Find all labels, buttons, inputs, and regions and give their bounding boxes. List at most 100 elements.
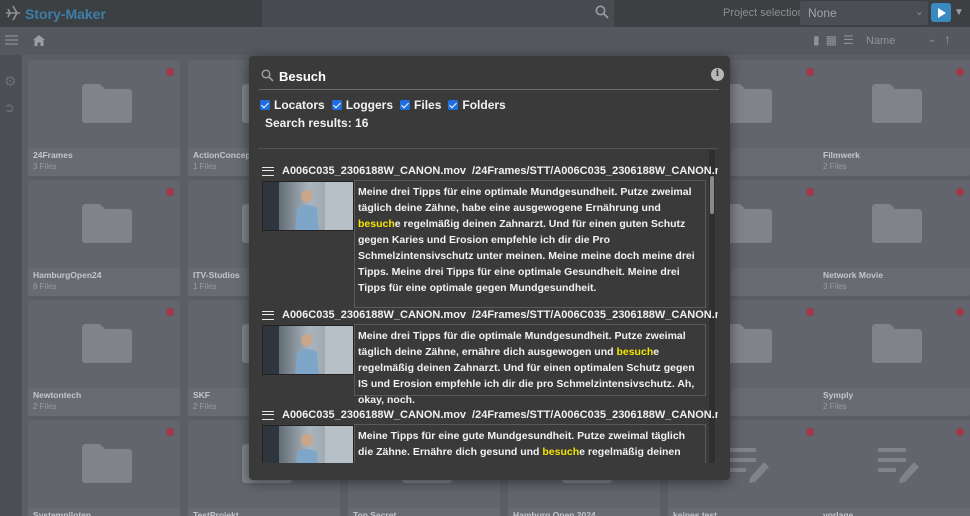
folder-file-count: 2 Files xyxy=(193,402,217,411)
gear-icon[interactable]: ⚙ xyxy=(4,73,17,90)
folder-icon xyxy=(82,444,132,483)
transcript-lines-icon xyxy=(262,410,274,420)
sort-select[interactable]: Name xyxy=(866,35,895,47)
folder-file-count: 2 Files xyxy=(823,402,847,411)
video-thumbnail[interactable] xyxy=(262,425,354,463)
transcript-lines-icon xyxy=(262,310,274,320)
folder-name: ITV-Studios xyxy=(193,270,240,280)
filter-files[interactable]: Files xyxy=(400,98,441,112)
sort-direction-icon[interactable]: ↑ xyxy=(944,31,951,47)
folder-name: Filmwerk xyxy=(823,150,860,160)
checkbox[interactable] xyxy=(260,100,270,110)
document-edit-icon xyxy=(878,448,919,483)
left-rail xyxy=(0,55,22,516)
result-header: A006C035_2306188W_CANON.mov/24Frames/STT… xyxy=(262,163,718,179)
result-header: A006C035_2306188W_CANON.mov/24Frames/STT… xyxy=(262,407,718,423)
status-dot xyxy=(806,188,814,196)
status-dot xyxy=(166,428,174,436)
folder-thumbnail xyxy=(818,180,970,268)
logout-icon[interactable]: ➲ xyxy=(4,100,15,116)
status-dot xyxy=(956,428,964,436)
folder-name: Hamburg Open 2024 xyxy=(513,510,596,516)
result-header: A006C035_2306188W_CANON.mov/24Frames/STT… xyxy=(262,307,718,323)
folder-name: ActionConcept xyxy=(193,150,254,160)
result-transcript: Meine Tipps für eine gute Mundgesundheit… xyxy=(354,424,706,463)
filter-locators[interactable]: Locators xyxy=(260,98,325,112)
project-selection-dropdown[interactable]: None ⌄ xyxy=(800,1,928,25)
folder-icon xyxy=(872,324,922,363)
folder-icon xyxy=(82,204,132,243)
folder-tile[interactable]: HamburgOpen24 8 Files xyxy=(28,180,180,296)
folder-tile[interactable]: vorlage xyxy=(818,420,970,516)
search-highlight: besuch xyxy=(358,218,395,230)
status-dot xyxy=(956,68,964,76)
project-selection-value: None xyxy=(808,6,837,20)
folder-thumbnail xyxy=(818,60,970,148)
folder-tile[interactable]: Network Movie 3 Files xyxy=(818,180,970,296)
filter-loggers[interactable]: Loggers xyxy=(331,98,393,112)
transcript-text: e regelmäßig deinen Zahnarzt. Und für ei… xyxy=(358,218,695,294)
folder-file-count: 3 Files xyxy=(823,282,847,291)
status-dot xyxy=(166,188,174,196)
search-icon xyxy=(261,69,274,82)
search-row: i xyxy=(259,62,724,90)
search-dialog: i Locators Loggers Files Folders Search res… xyxy=(249,56,730,480)
search-highlight: besuch xyxy=(616,346,654,358)
folder-name: vorlage xyxy=(823,510,854,516)
video-thumbnail[interactable] xyxy=(262,325,354,375)
result-filename[interactable]: A006C035_2306188W_CANON.mov xyxy=(282,165,466,177)
filter-label: Folders xyxy=(462,98,506,112)
folder-name: Network Movie xyxy=(823,270,883,280)
chevron-down-icon[interactable]: ▼ xyxy=(954,7,964,18)
folder-thumbnail xyxy=(28,420,180,508)
app-title: Story-Maker xyxy=(25,6,106,22)
filter-label: Files xyxy=(414,98,442,112)
folder-icon xyxy=(82,84,132,123)
folder-name: SKF xyxy=(193,390,210,400)
info-icon[interactable]: i xyxy=(711,68,724,81)
search-input[interactable] xyxy=(279,66,699,86)
folder-file-count: 2 Files xyxy=(823,162,847,171)
folder-tile[interactable]: 24Frames 3 Files xyxy=(28,60,180,176)
result-filename[interactable]: A006C035_2306188W_CANON.mov xyxy=(282,409,466,421)
filter-label: Locators xyxy=(274,98,325,112)
folder-thumbnail xyxy=(818,420,970,508)
checkbox[interactable] xyxy=(448,100,459,110)
play-button[interactable] xyxy=(931,3,951,22)
checkbox[interactable] xyxy=(400,100,411,110)
transcript-text: Meine drei Tipps für eine optimale Mundg… xyxy=(358,186,692,214)
filter-folders[interactable]: Folders xyxy=(448,98,506,112)
folder-tile[interactable]: Newtontech 2 Files xyxy=(28,300,180,416)
view-mode-icons[interactable]: ▮▦☰ xyxy=(813,33,860,47)
status-dot xyxy=(956,188,964,196)
status-dot xyxy=(806,428,814,436)
folder-name: keines test xyxy=(673,510,717,516)
status-dot xyxy=(166,308,174,316)
folder-name: Systempiloten xyxy=(33,510,92,516)
project-selection-label: Project selection: xyxy=(723,7,807,19)
folder-thumbnail xyxy=(28,300,180,388)
top-bar: Story-Maker Project selection: None ⌄ ▼ xyxy=(0,0,970,27)
chevron-down-icon[interactable]: ⌄ xyxy=(928,34,936,45)
status-dot xyxy=(956,308,964,316)
search-results-count: Search results: 16 xyxy=(265,116,369,130)
checkbox[interactable] xyxy=(331,100,342,110)
search-results-list: A006C035_2306188W_CANON.mov/24Frames/STT… xyxy=(258,148,718,463)
folder-name: Symply xyxy=(823,390,854,400)
folder-tile[interactable]: Symply 2 Files xyxy=(818,300,970,416)
video-thumbnail[interactable] xyxy=(262,181,354,231)
home-icon[interactable] xyxy=(32,34,46,47)
result-filename[interactable]: A006C035_2306188W_CANON.mov xyxy=(282,309,466,321)
result-transcript: Meine drei Tipps für die optimale Mundge… xyxy=(354,324,706,406)
chevron-down-icon: ⌄ xyxy=(914,6,924,18)
result-path: /24Frames/STT/A006C035_2306188W_CANON.mo… xyxy=(472,309,718,321)
top-search-bar[interactable] xyxy=(262,0,614,27)
folder-name: Top Secret xyxy=(353,510,397,516)
folder-thumbnail xyxy=(28,60,180,148)
folder-thumbnail xyxy=(818,300,970,388)
folder-tile[interactable]: Filmwerk 2 Files xyxy=(818,60,970,176)
menu-icon[interactable] xyxy=(5,35,18,45)
folder-tile[interactable]: Systempiloten xyxy=(28,420,180,516)
folder-name: HamburgOpen24 xyxy=(33,270,102,280)
search-icon[interactable] xyxy=(595,5,609,19)
